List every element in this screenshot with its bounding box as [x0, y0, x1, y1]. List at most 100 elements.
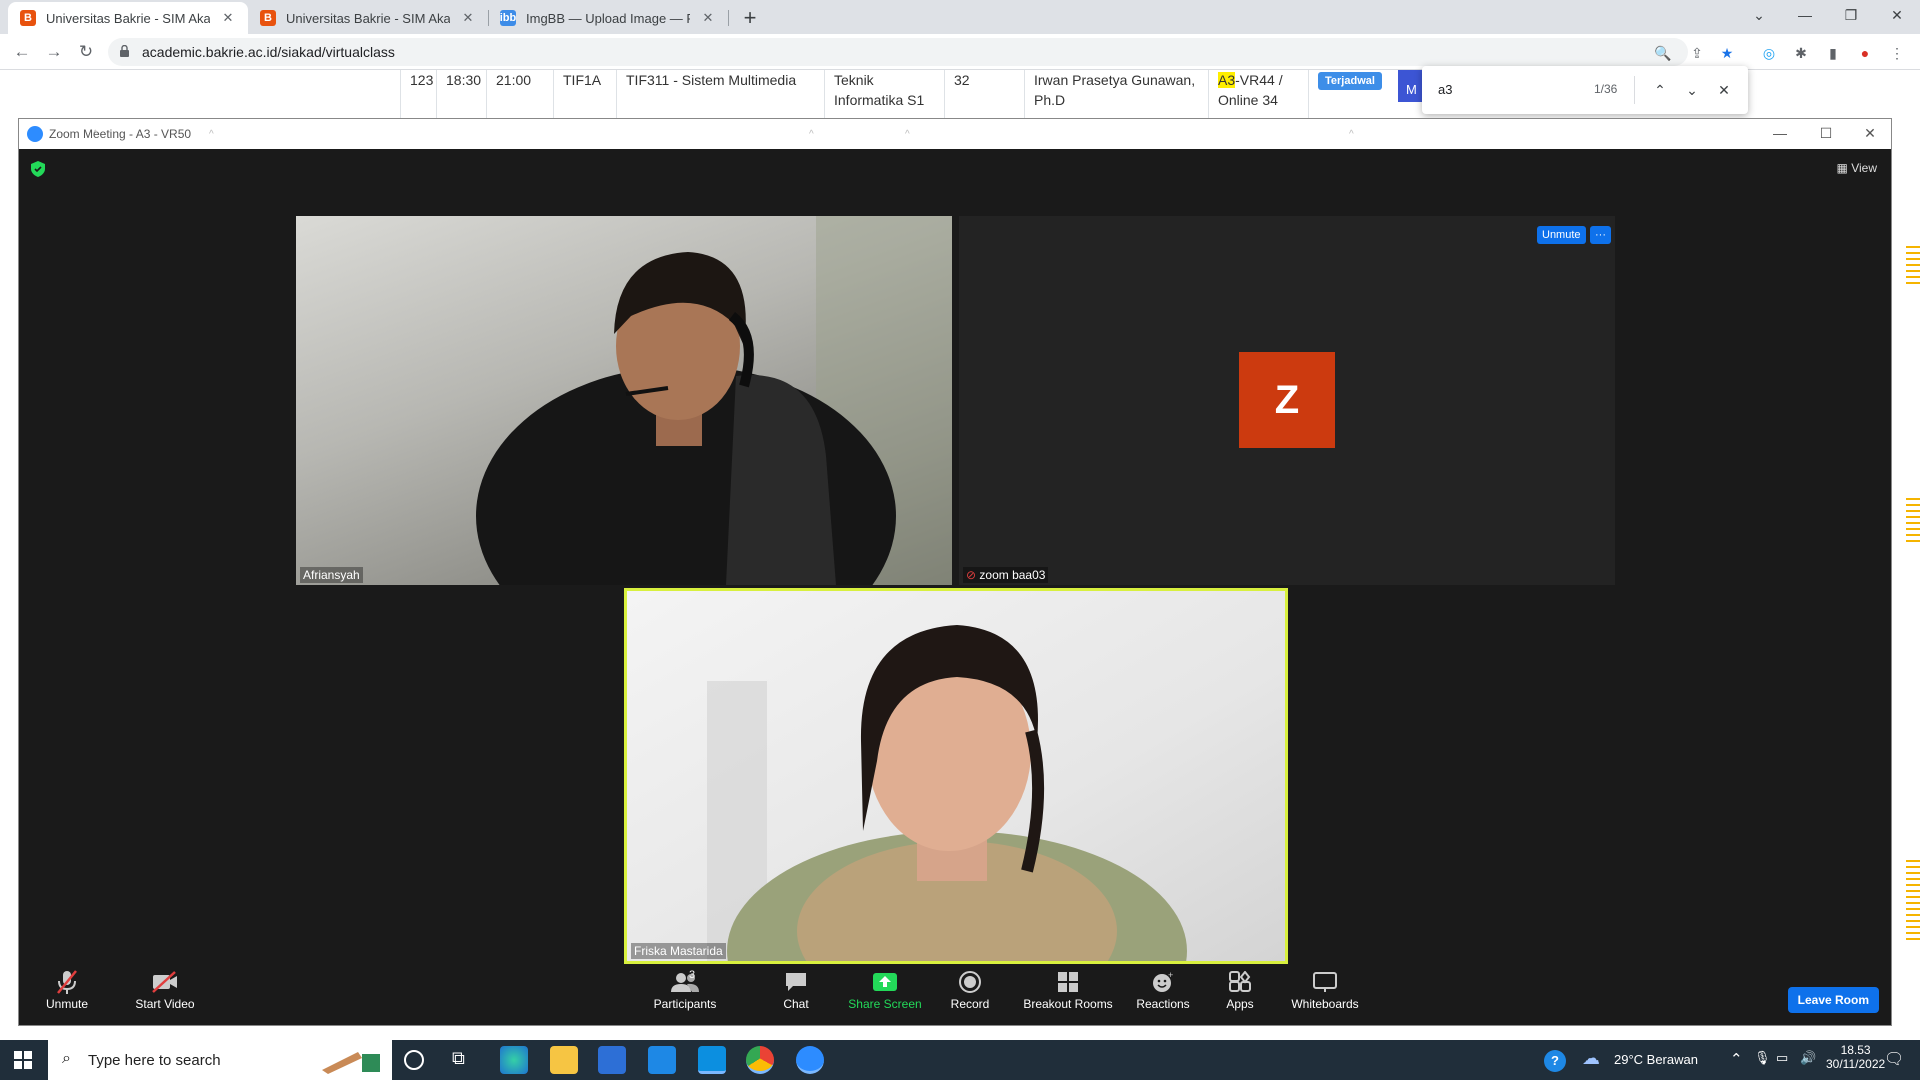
chevron-up-icon[interactable]: ⌃: [1648, 78, 1672, 102]
zoom-window-title: Zoom Meeting - A3 - VR50: [49, 127, 192, 141]
forward-arrow-icon[interactable]: →: [42, 40, 66, 64]
tab-imgbb[interactable]: ibb ImgBB — Upload Image — Free Image Ho…: [488, 2, 728, 34]
puzzle-icon[interactable]: ✱: [1790, 42, 1812, 64]
find-count: 1/36: [1594, 82, 1618, 96]
teamviewer-icon[interactable]: [698, 1046, 726, 1074]
chevron-up-icon[interactable]: ^: [1349, 129, 1354, 991]
chevron-up-icon[interactable]: ⌃: [1730, 1050, 1743, 1068]
video-off-icon: [123, 967, 207, 997]
unmute-participant-button[interactable]: Unmute: [1537, 226, 1586, 244]
extension-icon[interactable]: ◎: [1758, 42, 1780, 64]
close-window-button[interactable]: ✕: [1874, 0, 1920, 30]
maximize-button[interactable]: ☐: [1811, 125, 1841, 142]
address-bar[interactable]: academic.bakrie.ac.id/siakad/virtualclas…: [108, 38, 1688, 66]
minimize-button[interactable]: —: [1782, 0, 1828, 30]
participants-button[interactable]: 3 Participants: [635, 967, 735, 1023]
close-icon[interactable]: ✕: [1712, 78, 1736, 102]
find-mark: [1906, 510, 1920, 512]
participant-video: [476, 216, 952, 585]
clock[interactable]: 18.53 30/11/2022: [1826, 1043, 1885, 1071]
find-mark: [1906, 534, 1920, 536]
record-button[interactable]: Record: [935, 967, 1005, 1023]
participant-name: Afriansyah: [300, 567, 363, 583]
cell-lecturer: Irwan Prasetya Gunawan, Ph.D: [1024, 70, 1214, 118]
chevron-down-icon[interactable]: ⌄: [1680, 78, 1704, 102]
reload-icon[interactable]: ↻: [74, 40, 98, 64]
video-tile-zoom-baa03[interactable]: Unmute ··· Z ⊘ zoom baa03: [959, 216, 1615, 585]
zoom-app-icon[interactable]: [796, 1046, 824, 1074]
chevron-up-icon[interactable]: ^: [93, 129, 98, 991]
find-mark: [1906, 914, 1920, 916]
chevron-up-icon[interactable]: ^: [209, 129, 214, 991]
find-mark: [1906, 908, 1920, 910]
share-screen-button[interactable]: Share Screen: [835, 967, 935, 1023]
weather-text[interactable]: 29°C Berawan: [1614, 1052, 1698, 1067]
view-button[interactable]: ▦ View: [1837, 161, 1877, 175]
bookmark-star-icon[interactable]: ★: [1716, 42, 1738, 64]
restore-button[interactable]: ❐: [1828, 0, 1874, 30]
share-icon[interactable]: ⇪: [1686, 42, 1708, 64]
tab-title: ImgBB — Upload Image — Free Image Hostin…: [526, 10, 690, 26]
chevron-up-icon[interactable]: ^: [809, 129, 814, 991]
new-tab-button[interactable]: +: [736, 4, 764, 32]
video-tile-friska-mastarida[interactable]: Friska Mastarida: [624, 588, 1288, 964]
start-video-button[interactable]: Start Video: [123, 967, 207, 1023]
tab-bakrie-2[interactable]: B Universitas Bakrie - SIM Akademik ✕: [248, 2, 488, 34]
find-input[interactable]: a3: [1438, 82, 1452, 97]
find-mark: [1906, 246, 1920, 248]
find-mark: [1906, 860, 1920, 862]
close-icon[interactable]: ✕: [700, 10, 716, 26]
side-panel-icon[interactable]: ▮: [1822, 42, 1844, 64]
leave-room-button[interactable]: Leave Room: [1787, 987, 1879, 1013]
chat-button[interactable]: Chat: [759, 967, 833, 1023]
participant-video: [707, 625, 1187, 961]
apps-label: Apps: [1226, 997, 1254, 1011]
breakout-rooms-button[interactable]: Breakout Rooms: [1009, 967, 1127, 1023]
cortana-icon[interactable]: [404, 1050, 424, 1070]
back-arrow-icon[interactable]: ←: [10, 40, 34, 64]
file-explorer-icon[interactable]: [550, 1046, 578, 1074]
tab-search-chevron-icon[interactable]: ⌄: [1736, 0, 1782, 30]
microsoft-store-icon[interactable]: [598, 1046, 626, 1074]
whiteboards-button[interactable]: Whiteboards: [1275, 967, 1375, 1023]
lock-icon: [120, 45, 129, 57]
find-mark: [1906, 920, 1920, 922]
find-in-page-icon[interactable]: 🔍: [1652, 42, 1674, 64]
profile-icon[interactable]: ●: [1854, 42, 1876, 64]
chevron-up-icon[interactable]: ^: [905, 129, 910, 991]
share-screen-icon: [835, 967, 935, 997]
close-window-button[interactable]: ✕: [1855, 125, 1885, 142]
more-options-button[interactable]: ···: [1590, 226, 1611, 244]
close-icon[interactable]: ✕: [460, 10, 476, 26]
participants-label: Participants: [653, 997, 717, 1011]
notifications-icon[interactable]: 🗨: [1884, 1049, 1904, 1069]
video-tile-afriansyah[interactable]: Afriansyah: [296, 216, 952, 585]
cell-course: TIF311 - Sistem Multimedia: [616, 70, 825, 118]
network-icon[interactable]: ▭: [1776, 1050, 1788, 1066]
reactions-button[interactable]: + Reactions: [1125, 967, 1201, 1023]
scrollbar-find-marks[interactable]: [1902, 240, 1920, 970]
record-icon: [935, 967, 1005, 997]
find-mark: [1906, 522, 1920, 524]
more-menu-icon[interactable]: ⋮: [1886, 42, 1908, 64]
volume-icon[interactable]: 🔊: [1800, 1050, 1816, 1066]
close-icon[interactable]: ✕: [220, 10, 236, 26]
mail-icon[interactable]: [648, 1046, 676, 1074]
chrome-icon[interactable]: [746, 1046, 774, 1074]
tab-bakrie-1[interactable]: B Universitas Bakrie - SIM Akademik ✕: [8, 2, 248, 34]
apps-button[interactable]: Apps: [1209, 967, 1271, 1023]
microphone-icon[interactable]: 🎙: [1754, 1050, 1771, 1066]
unmute-button[interactable]: Unmute: [39, 967, 95, 1023]
status-badge: Terjadwal: [1318, 72, 1382, 90]
taskbar-search-box[interactable]: ⌕ Type here to search: [48, 1040, 392, 1080]
windows-start-icon[interactable]: [14, 1051, 32, 1072]
edge-icon[interactable]: [500, 1046, 528, 1074]
help-icon[interactable]: ?: [1544, 1050, 1566, 1072]
zoom-titlebar: Zoom Meeting - A3 - VR50 — ☐ ✕: [19, 119, 1891, 149]
task-view-icon[interactable]: ⧉: [452, 1048, 465, 1069]
minimize-button[interactable]: —: [1765, 125, 1795, 141]
find-mark: [1906, 866, 1920, 868]
find-highlight: A3: [1218, 72, 1236, 88]
find-bar: a3 1/36 ⌃ ⌄ ✕: [1422, 66, 1748, 114]
security-shield-icon[interactable]: [31, 161, 45, 177]
